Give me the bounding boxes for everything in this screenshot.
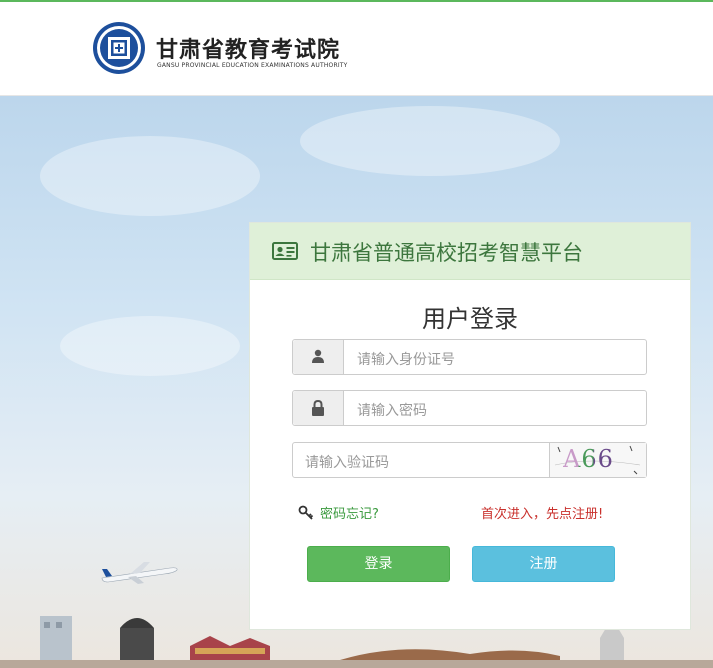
id-number-field[interactable]: 请输入身份证号 xyxy=(292,339,647,375)
forgot-password-link[interactable]: 密码忘记? xyxy=(298,503,379,522)
user-icon xyxy=(312,349,324,363)
lock-icon xyxy=(312,400,324,416)
login-title: 用户登录 xyxy=(422,305,518,333)
password-field[interactable]: 请输入密码 xyxy=(292,390,647,426)
org-name: 甘肃省教育考试院 xyxy=(156,38,341,63)
id-card-icon xyxy=(272,242,298,260)
password-placeholder: 请输入密码 xyxy=(357,403,427,419)
panel-header: 甘肃省普通高校招考智慧平台 xyxy=(250,223,690,280)
login-panel: 甘肃省普通高校招考智慧平台 用户登录 请输入身份证号 请输入密码 请输入验证码 xyxy=(249,222,691,630)
id-field-addon xyxy=(293,340,344,374)
captcha-text: A66 xyxy=(563,445,614,473)
captcha-field[interactable]: 请输入验证码 A66 xyxy=(292,442,647,478)
password-field-addon xyxy=(293,391,344,425)
captcha-placeholder: 请输入验证码 xyxy=(305,455,389,471)
airplane-image xyxy=(101,562,178,584)
panel-title: 甘肃省普通高校招考智慧平台 xyxy=(310,241,583,265)
logo-emblem-icon xyxy=(93,22,145,74)
org-name-en: GANSU PROVINCIAL EDUCATION EXAMINATIONS … xyxy=(157,62,348,69)
site-header: 甘肃省教育考试院 GANSU PROVINCIAL EDUCATION EXAM… xyxy=(0,2,713,96)
first-time-register-link[interactable]: 首次进入，先点注册! xyxy=(481,503,603,522)
key-icon xyxy=(298,505,314,520)
register-button[interactable]: 注册 xyxy=(472,546,615,582)
id-number-placeholder: 请输入身份证号 xyxy=(357,352,455,368)
login-button[interactable]: 登录 xyxy=(307,546,450,582)
captcha-image[interactable]: A66 xyxy=(549,443,646,477)
forgot-password-label: 密码忘记? xyxy=(320,507,379,522)
